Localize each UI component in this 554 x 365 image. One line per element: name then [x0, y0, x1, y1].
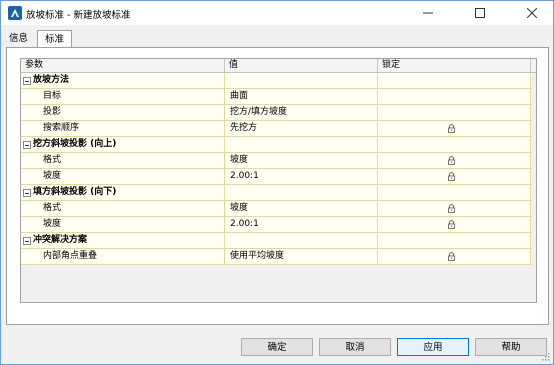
- property-value[interactable]: 先挖方: [225, 121, 378, 136]
- category-label: 填方斜坡投影 (向下): [33, 187, 117, 197]
- property-row[interactable]: 坡度 2.00:1: [21, 169, 532, 185]
- property-label: 搜索顺序: [43, 123, 80, 133]
- minimize-icon: [423, 12, 433, 14]
- collapse-icon[interactable]: [23, 141, 31, 149]
- property-label: 格式: [43, 155, 62, 165]
- app-icon: [8, 6, 22, 20]
- minimize-button[interactable]: [411, 1, 445, 25]
- property-value[interactable]: 2.00:1: [225, 169, 378, 184]
- maximize-icon: [475, 8, 485, 18]
- property-label: 投影: [43, 107, 62, 117]
- property-value[interactable]: 曲面: [225, 89, 378, 104]
- property-label: 坡度: [43, 219, 62, 229]
- lock-cell[interactable]: [378, 249, 531, 264]
- tab-info[interactable]: 信息: [5, 30, 32, 47]
- lock-cell[interactable]: [378, 89, 531, 104]
- lock-cell[interactable]: [378, 121, 531, 136]
- grid-header: 参数 值 锁定: [21, 59, 536, 73]
- property-row[interactable]: 格式 坡度: [21, 201, 532, 217]
- category-row[interactable]: 填方斜坡投影 (向下): [21, 185, 532, 201]
- property-row[interactable]: 格式 坡度: [21, 153, 532, 169]
- property-value[interactable]: 使用平均坡度: [225, 249, 378, 264]
- lock-cell[interactable]: [378, 105, 531, 120]
- property-row[interactable]: 搜索顺序 先挖方: [21, 121, 532, 137]
- dialog-window: 放坡标准 - 新建放坡标准 信息 标准 参数 值 锁定 放坡方法 目标 曲面 投…: [0, 0, 554, 365]
- property-row[interactable]: 目标 曲面: [21, 89, 532, 105]
- cancel-button[interactable]: 取消: [319, 338, 391, 356]
- lock-cell[interactable]: [378, 153, 531, 168]
- property-grid: 参数 值 锁定 放坡方法 目标 曲面 投影 挖方/填方坡度 搜索顺序 先挖方 挖…: [20, 58, 537, 303]
- category-row[interactable]: 放坡方法: [21, 73, 532, 89]
- lock-icon[interactable]: [447, 124, 456, 133]
- category-label: 挖方斜坡投影 (向上): [33, 139, 117, 149]
- lock-icon[interactable]: [447, 156, 456, 165]
- property-value[interactable]: 2.00:1: [225, 217, 378, 232]
- lock-icon[interactable]: [447, 204, 456, 213]
- help-button[interactable]: 帮助: [475, 338, 547, 356]
- lock-icon[interactable]: [447, 172, 456, 181]
- lock-cell[interactable]: [378, 169, 531, 184]
- property-label: 坡度: [43, 171, 62, 181]
- ok-button[interactable]: 确定: [241, 338, 313, 356]
- property-row[interactable]: 投影 挖方/填方坡度: [21, 105, 532, 121]
- property-label: 格式: [43, 203, 62, 213]
- property-value[interactable]: 坡度: [225, 201, 378, 216]
- property-row[interactable]: 坡度 2.00:1: [21, 217, 532, 233]
- category-row[interactable]: 挖方斜坡投影 (向上): [21, 137, 532, 153]
- category-row[interactable]: 冲突解决方案: [21, 233, 532, 249]
- category-label: 放坡方法: [33, 75, 70, 85]
- title-bar: 放坡标准 - 新建放坡标准: [1, 1, 553, 25]
- apply-button[interactable]: 应用: [397, 338, 469, 356]
- lock-cell[interactable]: [378, 201, 531, 216]
- header-value[interactable]: 值: [225, 59, 378, 72]
- tab-panel: 参数 值 锁定 放坡方法 目标 曲面 投影 挖方/填方坡度 搜索顺序 先挖方 挖…: [6, 47, 549, 325]
- lock-cell[interactable]: [378, 217, 531, 232]
- collapse-icon[interactable]: [23, 189, 31, 197]
- collapse-icon[interactable]: [23, 77, 31, 85]
- property-value[interactable]: 坡度: [225, 153, 378, 168]
- header-lock[interactable]: 锁定: [378, 59, 531, 72]
- property-row[interactable]: 内部角点重叠 使用平均坡度: [21, 249, 532, 265]
- grid-rows: 放坡方法 目标 曲面 投影 挖方/填方坡度 搜索顺序 先挖方 挖方斜坡投影 (向…: [21, 73, 532, 265]
- property-label: 内部角点重叠: [43, 251, 98, 261]
- property-label: 目标: [43, 91, 62, 101]
- lock-icon[interactable]: [447, 220, 456, 229]
- close-icon: [526, 7, 538, 19]
- window-title: 放坡标准 - 新建放坡标准: [26, 10, 131, 21]
- collapse-icon[interactable]: [23, 237, 31, 245]
- category-label: 冲突解决方案: [33, 235, 88, 245]
- resize-grip-icon[interactable]: [542, 353, 550, 361]
- maximize-button[interactable]: [463, 1, 497, 25]
- header-param[interactable]: 参数: [21, 59, 225, 72]
- lock-icon[interactable]: [447, 252, 456, 261]
- tab-strip: 信息 标准: [1, 30, 553, 49]
- property-value[interactable]: 挖方/填方坡度: [225, 105, 378, 120]
- close-button[interactable]: [515, 1, 549, 25]
